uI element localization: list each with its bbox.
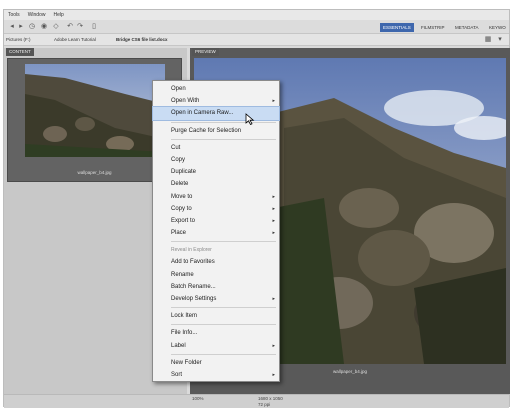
menu-item-sort[interactable]: Sort ▸: [153, 369, 279, 381]
menu-item-label: Label: [171, 342, 186, 349]
menu-item-label: Rename: [171, 271, 194, 278]
tab-content[interactable]: CONTENT: [6, 48, 34, 56]
menu-separator: [171, 138, 276, 140]
menu-item-open-in-camera-raw[interactable]: Open in Camera Raw...: [152, 106, 280, 121]
menu-item-reveal-in-explorer: Reveal in Explorer: [153, 244, 279, 256]
menu-item-file-info[interactable]: File Info...: [153, 327, 279, 339]
workspace-keywords[interactable]: KEYWO: [486, 23, 509, 32]
submenu-arrow-icon: ▸: [272, 296, 275, 302]
refine-icon[interactable]: ◇: [52, 23, 60, 31]
menu-item-place[interactable]: Place ▸: [153, 227, 279, 239]
rotate-left-icon[interactable]: ↶: [66, 23, 74, 31]
status-resolution: 72 ppi: [258, 402, 271, 407]
menu-item-label: Sort: [171, 371, 183, 378]
menu-item-copy-to[interactable]: Copy to ▸: [153, 203, 279, 215]
toolbar: ◂ ▸ ◷ ◉ ◇ ↶ ↷ ▯ ESSENTIALS FILMSTRIP MET…: [4, 20, 509, 34]
menu-item-copy[interactable]: Copy: [153, 154, 279, 166]
menu-separator: [171, 241, 276, 243]
menu-bar: Tools Window Help: [4, 10, 509, 20]
menu-item-label: Reveal in Explorer: [171, 247, 212, 254]
menu-item-open[interactable]: Open: [153, 83, 279, 95]
menu-item-label: Open With: [171, 98, 200, 105]
menu-item-label: Lock Item: [171, 313, 198, 320]
menu-separator: [171, 353, 276, 355]
menu-item-label: Batch Rename...: [171, 283, 216, 290]
breadcrumb-file[interactable]: Bridge CS6 file list.docx: [116, 36, 168, 44]
mouse-cursor-icon: [245, 113, 255, 125]
breadcrumb-drive[interactable]: Pictures (F:): [6, 36, 31, 44]
menu-item-label: Move to: [171, 193, 193, 200]
menu-item-label: Delete: [171, 181, 189, 188]
tab-preview[interactable]: PREVIEW: [192, 48, 219, 56]
menu-item-export-to[interactable]: Export to ▸: [153, 215, 279, 227]
menu-item-cut[interactable]: Cut: [153, 142, 279, 154]
back-icon[interactable]: ◂: [8, 23, 16, 31]
submenu-arrow-icon: ▸: [272, 205, 275, 212]
status-bar: 100% 1680 x 1050 72 ppi: [4, 394, 509, 408]
workspace-filmstrip[interactable]: FILMSTRIP: [418, 23, 448, 32]
workspace-metadata[interactable]: METADATA: [452, 23, 482, 32]
status-zoom: 100%: [192, 396, 204, 401]
forward-icon[interactable]: ▸: [17, 23, 25, 31]
submenu-arrow-icon: ▸: [272, 342, 275, 349]
recent-folder-icon[interactable]: ◷: [28, 23, 36, 31]
breadcrumb-folder[interactable]: Adobe Learn Tutorial: [54, 36, 96, 44]
menu-item-label: File Info...: [171, 330, 198, 337]
thumbnail-image[interactable]: [25, 64, 165, 157]
menu-item-label: Develop Settings: [171, 296, 217, 302]
camera-icon[interactable]: ◉: [40, 23, 48, 31]
menu-item-develop-settings[interactable]: Develop Settings ▸: [153, 293, 279, 305]
submenu-arrow-icon: ▸: [272, 371, 275, 378]
path-bar: Pictures (F:) Adobe Learn Tutorial Bridg…: [4, 34, 509, 46]
menu-item-move-to[interactable]: Move to ▸: [153, 191, 279, 203]
menu-tools[interactable]: Tools: [8, 12, 20, 18]
menu-window[interactable]: Window: [28, 12, 46, 18]
menu-item-label: Export to: [171, 217, 196, 224]
menu-item-duplicate[interactable]: Duplicate: [153, 166, 279, 178]
menu-separator: [171, 324, 276, 326]
menu-item-rename[interactable]: Rename: [153, 269, 279, 281]
submenu-arrow-icon: ▸: [272, 98, 275, 105]
menu-item-batch-rename[interactable]: Batch Rename...: [153, 281, 279, 293]
menu-help[interactable]: Help: [53, 12, 63, 18]
menu-item-label: New Folder: [171, 359, 202, 366]
submenu-arrow-icon: ▸: [272, 217, 275, 224]
menu-item-label: Cut: [171, 144, 181, 151]
menu-item-open-with[interactable]: Open With ▸: [153, 95, 279, 107]
menu-item-lock-item[interactable]: Lock Item: [153, 310, 279, 322]
workspace-essentials[interactable]: ESSENTIALS: [380, 23, 414, 32]
menu-item-purge-cache-for-selection[interactable]: Purge Cache for Selection: [153, 125, 279, 137]
view-grid-icon[interactable]: ▦: [484, 36, 492, 44]
menu-item-label: Copy to: [171, 205, 192, 212]
menu-item-label: Duplicate: [171, 169, 197, 176]
menu-separator: [171, 307, 276, 309]
menu-item-label: Purge Cache for Selection: [171, 127, 242, 134]
menu-separator: [171, 121, 276, 123]
rotate-right-icon[interactable]: ↷: [76, 23, 84, 31]
menu-item-label: Open in Camera Raw...: [171, 110, 234, 117]
menu-item-add-to-favorites[interactable]: Add to Favorites: [153, 256, 279, 268]
menu-item-label: Copy: [171, 156, 186, 163]
menu-item-new-folder[interactable]: New Folder: [153, 357, 279, 369]
menu-item-label[interactable]: Label ▸: [153, 340, 279, 352]
menu-item-label: Place: [171, 230, 187, 237]
submenu-arrow-icon: ▸: [272, 230, 275, 237]
chevron-down-icon[interactable]: ▾: [496, 36, 504, 44]
menu-item-label: Add to Favorites: [171, 259, 215, 266]
trash-icon[interactable]: ▯: [90, 23, 98, 31]
menu-item-label: Open: [171, 86, 186, 92]
submenu-arrow-icon: ▸: [272, 193, 275, 200]
menu-item-delete[interactable]: Delete: [153, 178, 279, 190]
context-menu: Open Open With ▸ Open in Camera Raw... Purge…: [152, 80, 280, 382]
